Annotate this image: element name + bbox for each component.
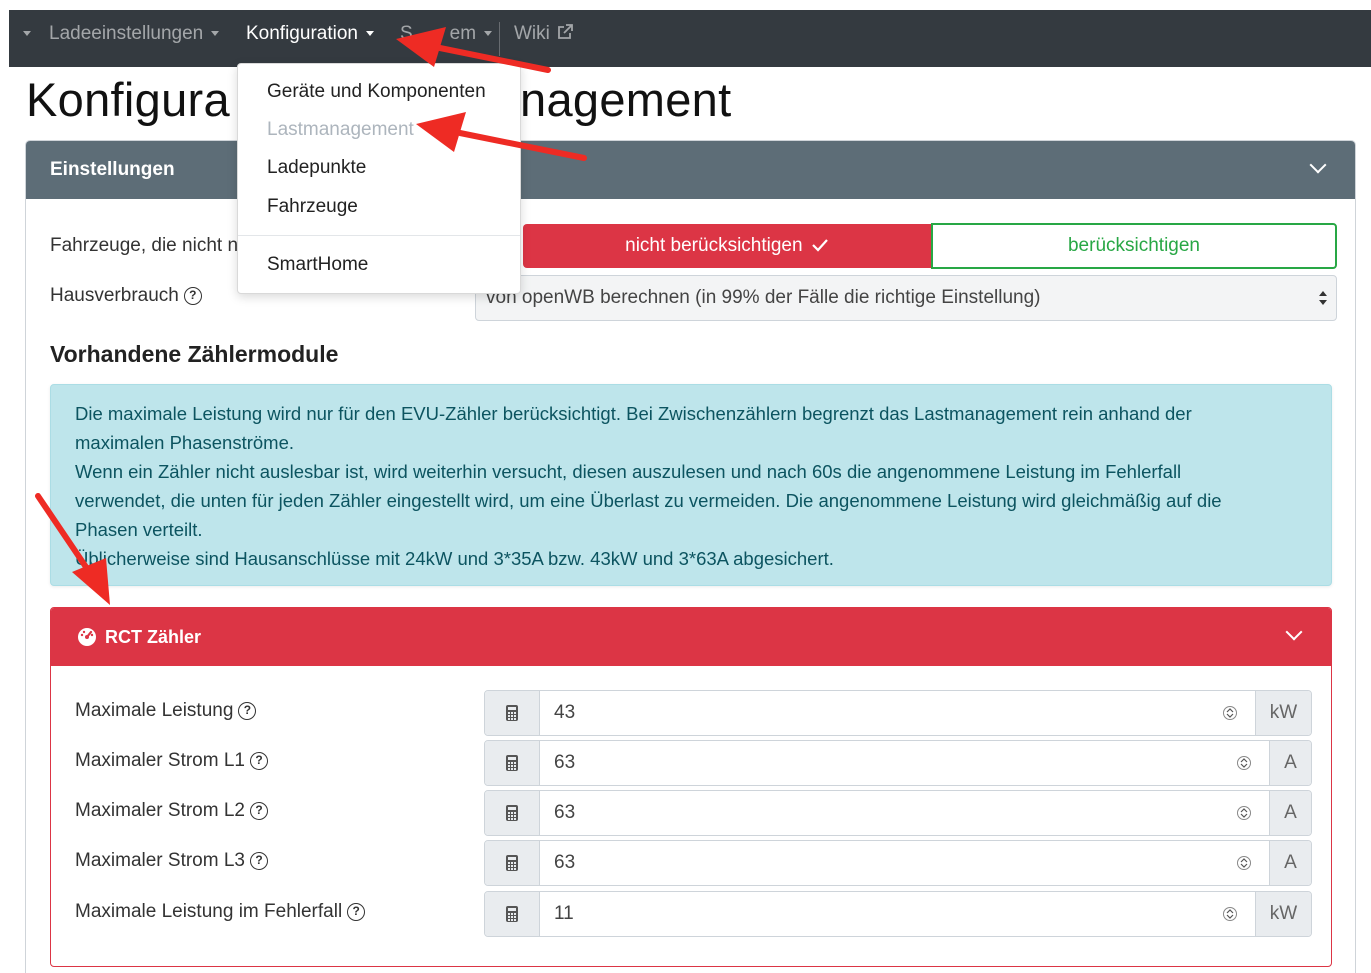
- unit-label: A: [1269, 741, 1311, 785]
- help-icon[interactable]: ?: [347, 903, 366, 921]
- toggle-nicht-beruecksichtigen[interactable]: nicht berücksichtigen: [523, 224, 931, 268]
- vehicles-label: Fahrzeuge, die nicht n: [50, 235, 239, 256]
- field-label-leistung-fehlerfall: Maximale Leistung im Fehlerfall?: [75, 901, 366, 923]
- strom-l3-input[interactable]: 63: [554, 841, 575, 885]
- calculator-button[interactable]: [485, 691, 540, 735]
- left-gutter: [0, 0, 9, 973]
- external-link-icon: [557, 24, 573, 39]
- calculator-button[interactable]: [485, 892, 540, 936]
- rct-card-title: RCT Zähler: [105, 627, 202, 647]
- input-group-strom-l1: 63 A: [484, 740, 1312, 786]
- input-group-strom-l3: 63 A: [484, 840, 1312, 886]
- nav-wiki[interactable]: Wiki: [514, 10, 574, 67]
- calculator-button[interactable]: [485, 741, 540, 785]
- max-leistung-input[interactable]: 43: [554, 691, 575, 735]
- menu-item-fahrzeuge[interactable]: Fahrzeuge: [267, 196, 358, 218]
- alert-line: verwendet, die unten für jeden Zähler ei…: [75, 490, 1222, 511]
- calculator-icon: [506, 855, 518, 871]
- select-arrows-icon: [1319, 291, 1327, 305]
- alert-line: Wenn ein Zähler nicht auslesbar ist, wir…: [75, 461, 1182, 482]
- help-icon[interactable]: ?: [250, 802, 268, 820]
- gauge-icon: [78, 628, 96, 646]
- hausverbrauch-select[interactable]: von openWB berechnen (in 99% der Fälle d…: [475, 275, 1337, 321]
- info-alert: Die maximale Leistung wird nur für den E…: [50, 384, 1332, 586]
- menu-item-ladepunkte[interactable]: Ladepunkte: [267, 157, 366, 179]
- spinner-icon[interactable]: [1223, 905, 1237, 923]
- top-navbar: Ladeeinstellungen Konfiguration S em Wik…: [9, 10, 1371, 67]
- nav-system[interactable]: S em: [400, 10, 493, 67]
- menu-item-smarthome[interactable]: SmartHome: [267, 254, 368, 276]
- alert-line: Die maximale Leistung wird nur für den E…: [75, 403, 1192, 424]
- field-label-max-leistung: Maximale Leistung?: [75, 700, 257, 722]
- alert-line: maximalen Phasenströme.: [75, 432, 295, 453]
- nav-konfiguration[interactable]: Konfiguration: [246, 10, 374, 67]
- field-label-strom-l3: Maximaler Strom L3?: [75, 850, 268, 872]
- settings-card-title: Einstellungen: [50, 159, 175, 180]
- page-title: Konfigura: [26, 73, 230, 126]
- calculator-icon: [506, 705, 518, 721]
- menu-item-geraete-komponenten[interactable]: Geräte und Komponenten: [267, 81, 486, 103]
- field-label-strom-l1: Maximaler Strom L1?: [75, 750, 268, 772]
- help-icon[interactable]: ?: [238, 702, 257, 720]
- page-title-tail: nagement: [520, 73, 732, 126]
- nav-divider: [499, 22, 500, 56]
- strom-l2-input[interactable]: 63: [554, 791, 575, 835]
- alert-line: Phasen verteilt.: [75, 519, 203, 540]
- unit-label: kW: [1255, 892, 1311, 936]
- settings-card: Einstellungen Fahrzeuge, die nicht n nic…: [25, 140, 1356, 973]
- calculator-button[interactable]: [485, 791, 540, 835]
- calculator-icon: [506, 805, 518, 821]
- unit-label: A: [1269, 791, 1311, 835]
- calculator-icon: [506, 755, 518, 771]
- calculator-button[interactable]: [485, 841, 540, 885]
- help-icon[interactable]: ?: [183, 287, 202, 305]
- input-group-strom-l2: 63 A: [484, 790, 1312, 836]
- caret-icon: [23, 31, 31, 36]
- caret-down-icon: [365, 31, 374, 37]
- spinner-icon[interactable]: [1237, 854, 1251, 872]
- nav-ladeeinstellungen[interactable]: Ladeeinstellungen: [49, 10, 220, 67]
- calculator-icon: [506, 906, 518, 922]
- help-icon[interactable]: ?: [250, 852, 268, 870]
- settings-card-header[interactable]: Einstellungen: [26, 141, 1355, 199]
- field-label-strom-l2: Maximaler Strom L2?: [75, 800, 268, 822]
- leistung-fehlerfall-input[interactable]: 11: [554, 892, 574, 936]
- toggle-beruecksichtigen[interactable]: berücksichtigen: [931, 223, 1337, 269]
- chevron-down-icon[interactable]: [1285, 623, 1303, 641]
- strom-l1-input[interactable]: 63: [554, 741, 575, 785]
- caret-down-icon: [484, 31, 493, 37]
- rct-card-header[interactable]: RCT Zähler: [51, 608, 1331, 666]
- rct-meter-card: RCT Zähler Maximale Leistung? 43 kW Maxi…: [50, 607, 1332, 967]
- chevron-down-icon[interactable]: [1309, 156, 1327, 174]
- menu-item-lastmanagement[interactable]: Lastmanagement: [267, 119, 414, 141]
- konfiguration-dropdown-menu: Geräte und Komponenten Lastmanagement La…: [237, 63, 521, 294]
- help-icon[interactable]: ?: [250, 752, 268, 770]
- spinner-icon[interactable]: [1237, 754, 1251, 772]
- unit-label: kW: [1255, 691, 1311, 735]
- section-title-zaehlermodule: Vorhandene Zählermodule: [50, 341, 339, 367]
- input-group-max-leistung: 43 kW: [484, 690, 1312, 736]
- check-icon: [812, 239, 828, 252]
- spinner-icon[interactable]: [1223, 704, 1237, 722]
- unit-label: A: [1269, 841, 1311, 885]
- hausverbrauch-label: Hausverbrauch?: [50, 285, 202, 307]
- caret-down-icon: [211, 31, 220, 37]
- input-group-leistung-fehlerfall: 11 kW: [484, 891, 1312, 937]
- spinner-icon[interactable]: [1237, 804, 1251, 822]
- alert-line: Üblicherweise sind Hausanschlüsse mit 24…: [75, 548, 834, 569]
- menu-divider: [238, 235, 520, 236]
